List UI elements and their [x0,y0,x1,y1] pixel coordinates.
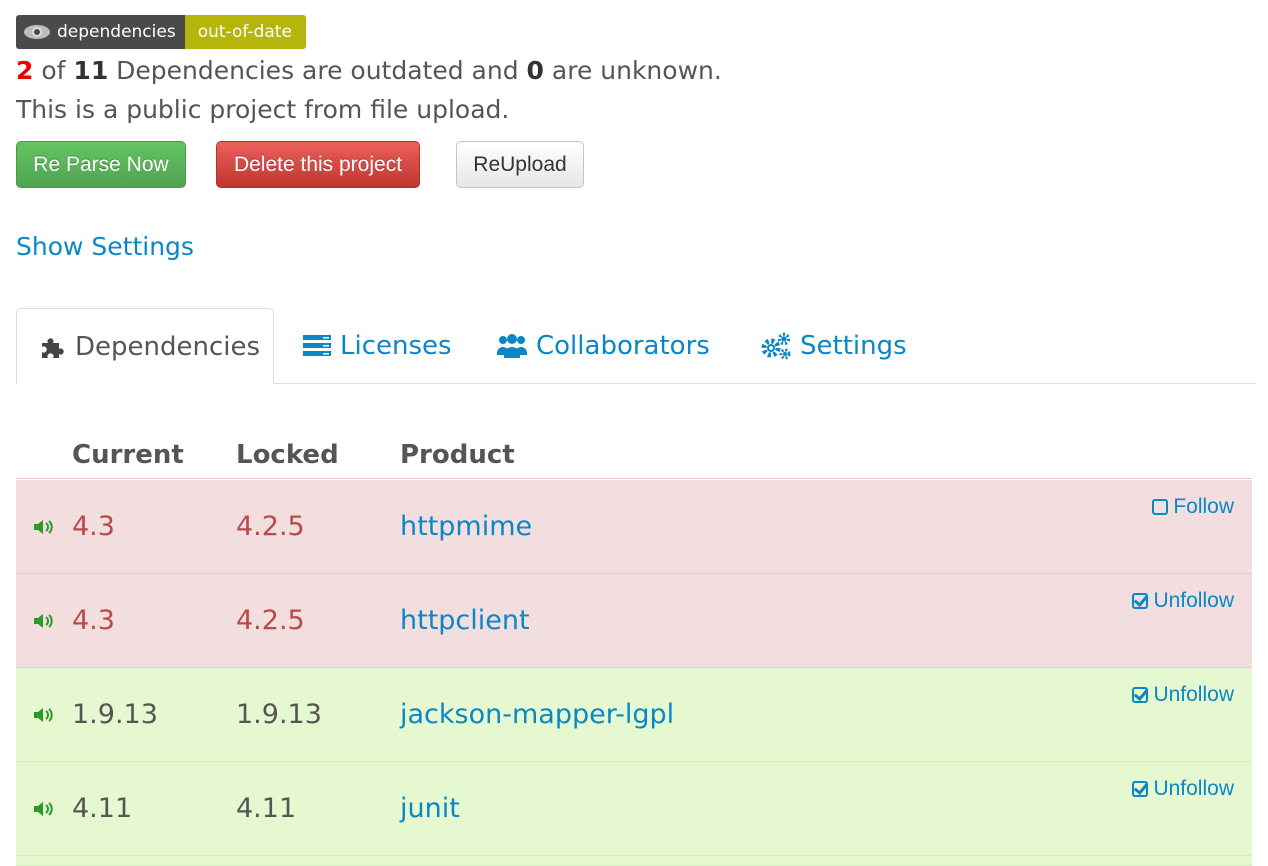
tab-collaborators-label: Collaborators [536,331,710,361]
total-count: 11 [73,56,109,85]
badge-dependencies: dependencies [16,15,185,49]
product-link[interactable]: httpmime [400,511,532,542]
show-settings-link[interactable]: Show Settings [16,232,194,261]
checkbox-checked-icon [1132,687,1149,703]
delete-project-button[interactable]: Delete this project [216,141,420,188]
table-row: 4.11 4.11 junit Unfollow [16,762,1252,856]
eye-icon [24,25,50,39]
gears-icon [761,332,791,360]
project-subtitle: This is a public project from file uploa… [16,95,510,124]
table-row-partial [16,856,1252,866]
unfollow-toggle[interactable]: Unfollow [1132,777,1234,801]
column-product: Product [400,440,515,470]
follow-label: Unfollow [1153,589,1234,612]
outdated-summary: 2 of 11 Dependencies are outdated and 0 … [16,55,722,87]
locked-version: 4.2.5 [236,605,305,636]
puzzle-icon [42,337,64,358]
tab-dependencies-label: Dependencies [75,331,261,362]
tab-collaborators[interactable]: Collaborators [497,308,710,384]
tab-licenses[interactable]: Licenses [303,308,452,384]
status-badge: dependencies out-of-date [16,15,306,49]
reupload-button[interactable]: ReUpload [456,141,584,188]
product-link[interactable]: httpclient [400,605,530,636]
product-link[interactable]: junit [400,793,460,824]
unfollow-toggle[interactable]: Unfollow [1132,683,1234,707]
dependencies-table-header: Current Locked Product [16,436,1252,479]
speaker-icon [34,802,53,816]
checkbox-empty-icon [1152,499,1169,515]
summary-mid: Dependencies are outdated and [116,56,519,85]
speaker-icon [34,614,53,628]
speaker-icon [34,520,53,534]
badge-out-of-date: out-of-date [184,15,306,49]
group-icon [497,334,527,358]
summary-end: are unknown. [551,56,722,85]
summary-of: of [41,56,66,85]
locked-version: 4.2.5 [236,511,305,542]
badge-right-label: out-of-date [197,22,292,42]
outdated-count: 2 [16,56,34,85]
unfollow-toggle[interactable]: Unfollow [1132,589,1234,613]
current-version: 4.3 [72,511,115,542]
table-row: 4.3 4.2.5 httpmime Follow [16,480,1252,574]
current-version: 4.11 [72,793,133,824]
table-row: 4.3 4.2.5 httpclient Unfollow [16,574,1252,668]
column-current: Current [72,440,184,470]
follow-label: Unfollow [1153,777,1234,800]
current-version: 1.9.13 [72,699,158,730]
tab-settings[interactable]: Settings [761,308,907,384]
current-version: 4.3 [72,605,115,636]
project-tabs: Dependencies Licenses Collaborators Sett… [16,308,1256,385]
product-link[interactable]: jackson-mapper-lgpl [400,699,674,730]
checkbox-checked-icon [1132,593,1149,609]
checkbox-checked-icon [1132,781,1149,797]
follow-label: Follow [1173,495,1234,518]
column-locked: Locked [236,440,339,470]
locked-version: 1.9.13 [236,699,322,730]
tab-licenses-label: Licenses [340,331,452,361]
reparse-button[interactable]: Re Parse Now [16,141,186,188]
tab-settings-label: Settings [800,331,907,361]
follow-label: Unfollow [1153,683,1234,706]
table-row: 1.9.13 1.9.13 jackson-mapper-lgpl Unfoll… [16,668,1252,762]
list-icon [303,335,331,356]
unknown-count: 0 [526,56,544,85]
tab-dependencies[interactable]: Dependencies [16,308,274,385]
locked-version: 4.11 [236,793,297,824]
badge-left-label: dependencies [57,22,176,42]
speaker-icon [34,708,53,722]
follow-toggle[interactable]: Follow [1152,495,1234,519]
